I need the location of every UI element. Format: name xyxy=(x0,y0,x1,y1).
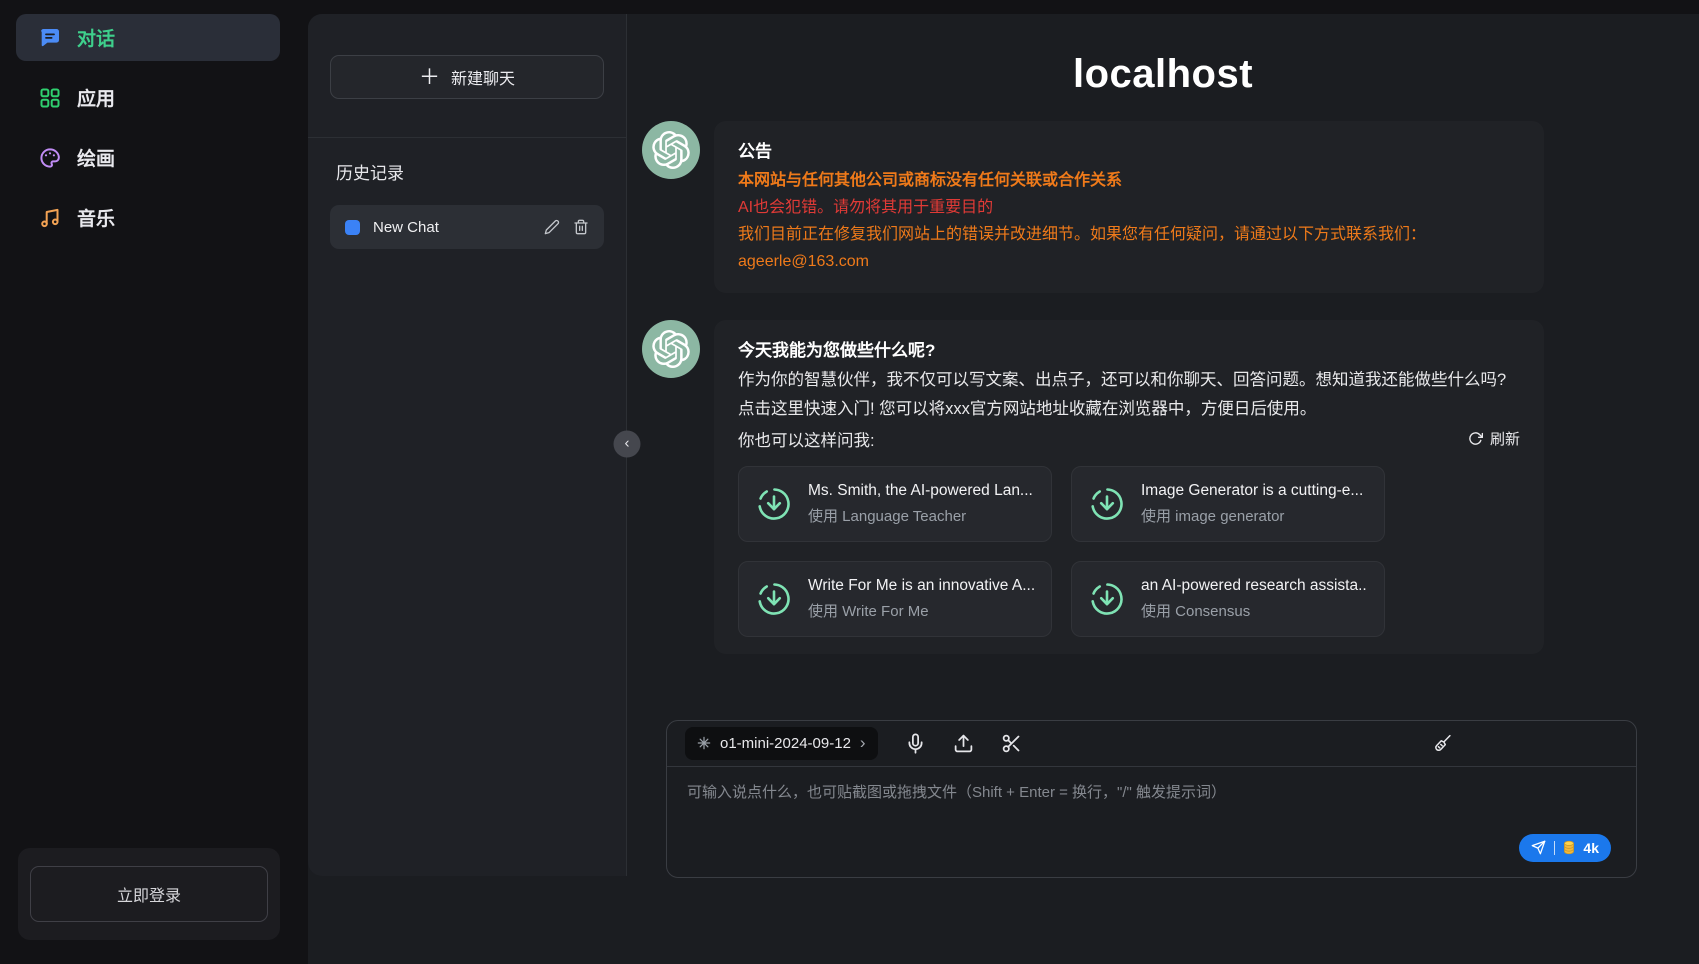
sidebar-item-music[interactable]: 音乐 xyxy=(16,194,280,241)
ask-me-label: 你也可以这样问我: xyxy=(738,427,1468,451)
assistant-message-welcome: 今天我能为您做些什么呢? 作为你的智慧伙伴，我不仅可以写文案、出点子，还可以和你… xyxy=(642,320,1699,654)
download-circle-icon xyxy=(1088,485,1126,523)
sidebar-item-apps[interactable]: 应用 xyxy=(16,74,280,121)
suggestion-title: Ms. Smith, the AI-powered Lan... xyxy=(808,482,1033,500)
announcement-line: 本网站与任何其他公司或商标没有任何关联或合作关系 xyxy=(738,167,1520,194)
download-circle-icon xyxy=(755,485,793,523)
download-circle-icon xyxy=(755,580,793,618)
plus-icon: ＋ xyxy=(419,67,440,88)
suggestion-subtitle: 使用 Write For Me xyxy=(808,600,1035,621)
suggestion-subtitle: 使用 Consensus xyxy=(1141,600,1368,621)
scissors-icon[interactable] xyxy=(1001,733,1022,754)
palette-icon xyxy=(38,146,62,170)
login-card: 立即登录 xyxy=(18,848,280,940)
suggestion-subtitle: 使用 Language Teacher xyxy=(808,505,1033,526)
sidebar-item-label: 音乐 xyxy=(77,204,115,231)
app-sidebar: 对话 应用 绘画 xyxy=(0,0,296,964)
chevron-left-icon: ‹ xyxy=(625,435,630,452)
download-circle-icon xyxy=(1088,580,1126,618)
token-count-badge: 4k xyxy=(1583,840,1599,856)
chat-icon xyxy=(38,26,62,50)
send-plane-icon xyxy=(1531,840,1546,855)
sidebar-item-label: 应用 xyxy=(77,84,115,111)
contact-email-link[interactable]: ageerle@163.com xyxy=(738,253,869,270)
history-section-title: 历史记录 xyxy=(336,159,598,184)
welcome-body: 作为你的智慧伙伴，我不仅可以写文案、出点子，还可以和你聊天、回答问题。想知道我还… xyxy=(738,366,1520,425)
announcement-line: AI也会犯错。请勿将其用于重要目的 xyxy=(738,194,1520,221)
suggestion-card[interactable]: Ms. Smith, the AI-powered Lan... 使用 Lang… xyxy=(738,466,1052,542)
music-icon xyxy=(38,206,62,230)
new-chat-button[interactable]: ＋ 新建聊天 xyxy=(330,55,604,99)
upload-icon[interactable] xyxy=(953,733,974,754)
history-item-new-chat[interactable]: New Chat xyxy=(330,205,604,249)
assistant-avatar xyxy=(642,121,700,179)
chevron-right-icon: › xyxy=(860,734,866,753)
model-name: o1-mini-2024-09-12 xyxy=(720,735,851,752)
suggestion-title: Write For Me is an innovative A... xyxy=(808,577,1035,595)
microphone-icon[interactable] xyxy=(905,733,926,754)
history-panel: ＋ 新建聊天 历史记录 New Chat xyxy=(308,14,627,876)
send-button[interactable]: 4k xyxy=(1519,834,1611,862)
token-coin-icon xyxy=(1563,840,1575,855)
page-title: localhost xyxy=(627,52,1699,97)
welcome-heading: 今天我能为您做些什么呢? xyxy=(738,337,1520,366)
sidebar-item-drawing[interactable]: 绘画 xyxy=(16,134,280,181)
composer-toolbar: o1-mini-2024-09-12 › xyxy=(667,721,1636,767)
sidebar-item-label: 对话 xyxy=(77,24,115,51)
suggestion-title: an AI-powered research assista... xyxy=(1141,577,1368,595)
chat-area: localhost 公告 本网站与任何其他公司或商标没有任何关联或合作关系 AI… xyxy=(627,14,1699,964)
refresh-icon xyxy=(1468,431,1483,446)
announcement-line: 我们目前正在修复我们网站上的错误并改进细节。如果您有任何疑问，请通过以下方式联系… xyxy=(738,221,1520,248)
suggestion-card[interactable]: an AI-powered research assista... 使用 Con… xyxy=(1071,561,1385,637)
refresh-suggestions-button[interactable]: 刷新 xyxy=(1468,428,1520,449)
edit-icon[interactable] xyxy=(544,219,560,235)
message-input[interactable] xyxy=(687,781,1616,847)
new-chat-label: 新建聊天 xyxy=(451,65,515,89)
history-divider xyxy=(308,137,626,138)
sidebar-item-label: 绘画 xyxy=(77,144,115,171)
main-panel: ＋ 新建聊天 历史记录 New Chat ‹ xyxy=(308,14,1699,964)
login-button[interactable]: 立即登录 xyxy=(30,866,268,922)
suggestion-grid: Ms. Smith, the AI-powered Lan... 使用 Lang… xyxy=(738,466,1520,637)
collapse-sidebar-button[interactable]: ‹ xyxy=(614,431,641,458)
suggestion-card[interactable]: Write For Me is an innovative A... 使用 Wr… xyxy=(738,561,1052,637)
assistant-avatar xyxy=(642,320,700,378)
sparkle-icon xyxy=(697,736,711,750)
announcement-bubble: 公告 本网站与任何其他公司或商标没有任何关联或合作关系 AI也会犯错。请勿将其用… xyxy=(714,121,1544,293)
apps-icon xyxy=(38,86,62,110)
chat-color-swatch xyxy=(345,220,360,235)
refresh-label: 刷新 xyxy=(1490,428,1520,449)
sidebar-item-chat[interactable]: 对话 xyxy=(16,14,280,61)
history-item-title: New Chat xyxy=(373,219,531,236)
assistant-message-announcement: 公告 本网站与任何其他公司或商标没有任何关联或合作关系 AI也会犯错。请勿将其用… xyxy=(642,121,1699,293)
suggestion-title: Image Generator is a cutting-e... xyxy=(1141,482,1363,500)
suggestion-subtitle: 使用 image generator xyxy=(1141,505,1363,526)
composer: o1-mini-2024-09-12 › xyxy=(666,720,1637,878)
welcome-bubble: 今天我能为您做些什么呢? 作为你的智慧伙伴，我不仅可以写文案、出点子，还可以和你… xyxy=(714,320,1544,654)
model-selector[interactable]: o1-mini-2024-09-12 › xyxy=(685,727,878,760)
clear-broom-icon[interactable] xyxy=(1432,733,1453,754)
delete-icon[interactable] xyxy=(573,219,589,235)
message-input-area xyxy=(667,767,1636,852)
suggestion-card[interactable]: Image Generator is a cutting-e... 使用 ima… xyxy=(1071,466,1385,542)
announcement-heading: 公告 xyxy=(738,138,1520,167)
openai-logo-icon xyxy=(652,131,690,169)
openai-logo-icon xyxy=(652,330,690,368)
send-divider xyxy=(1554,841,1556,855)
